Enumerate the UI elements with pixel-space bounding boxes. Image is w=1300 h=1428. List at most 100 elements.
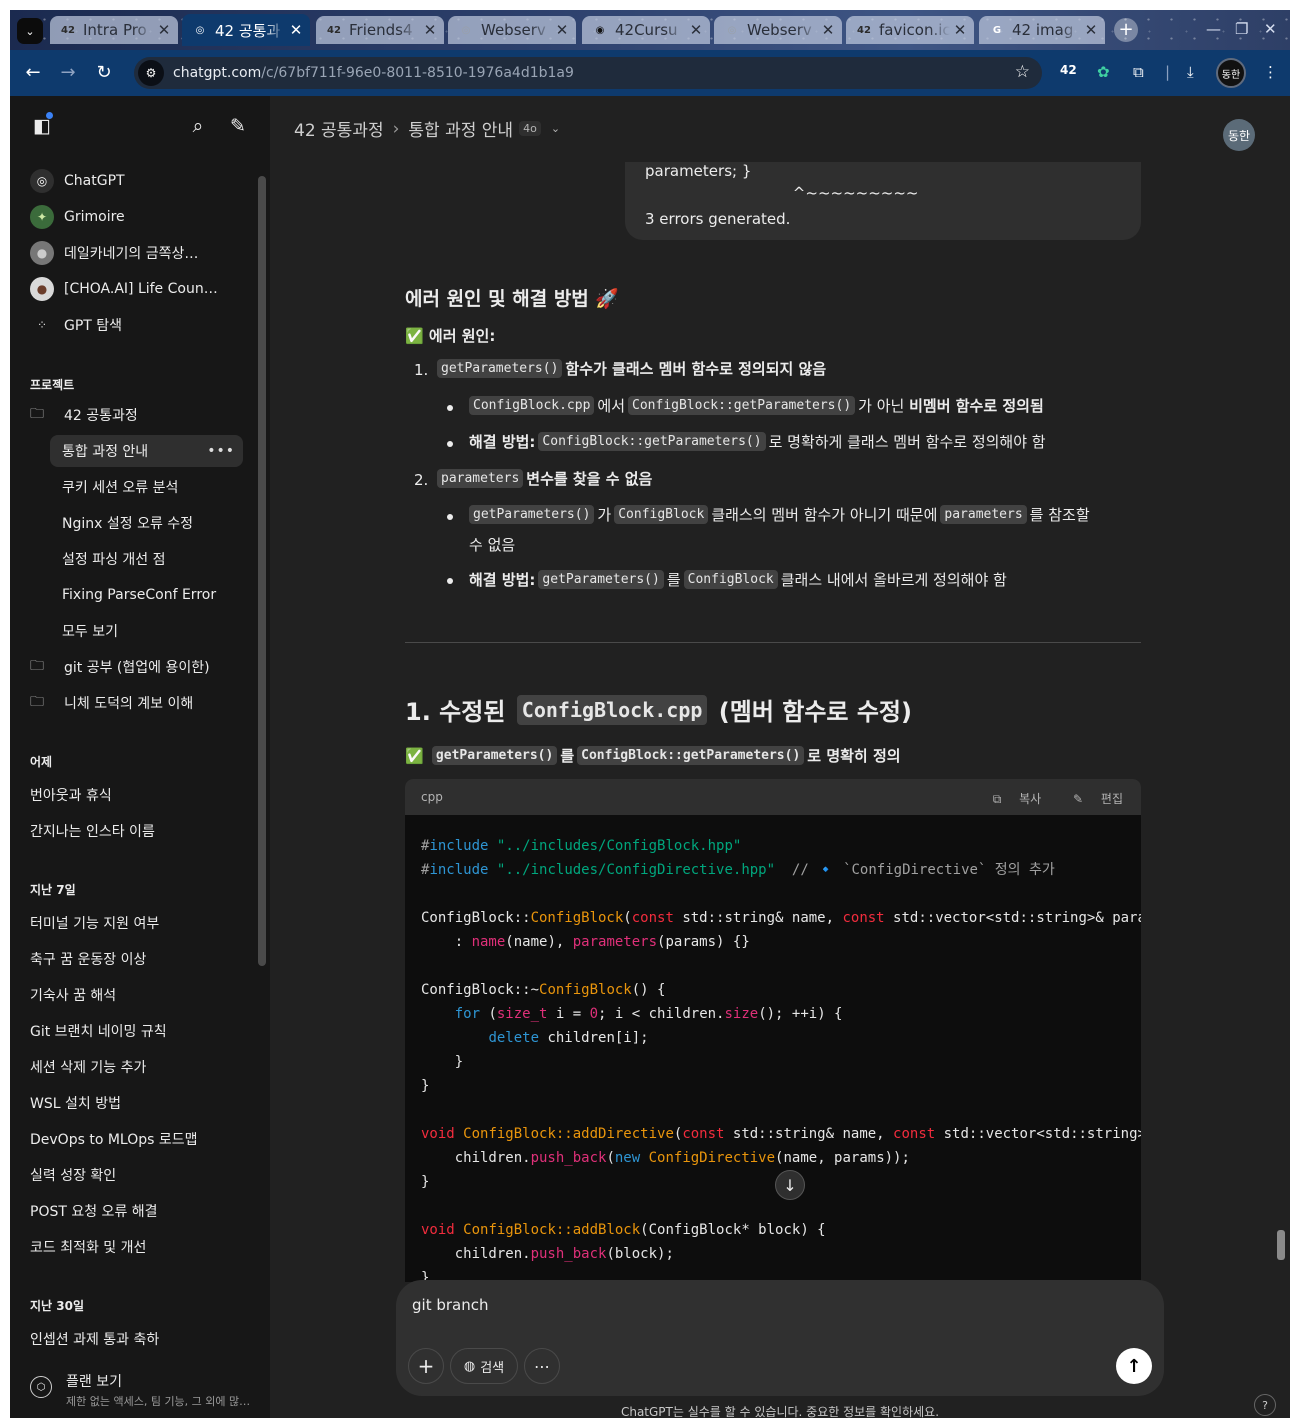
openai-icon: ◎ <box>30 169 54 193</box>
heading-suffix: (멤버 함수로 수정) <box>718 698 912 726</box>
inline-code: ConfigBlock::getParameters() <box>628 396 856 415</box>
sidebar-chat-item[interactable]: DevOps to MLOps 로드맵 <box>20 1123 252 1155</box>
sidebar-project-chat[interactable]: 모두 보기 <box>50 615 243 647</box>
sidebar-gpt-item[interactable]: ⁘ GPT 탐색 <box>20 309 252 341</box>
tab[interactable]: ◎ Webserv ✕ <box>448 16 576 44</box>
sidebar-chat-item[interactable]: 축구 꿈 운동장 이상 <box>20 943 252 975</box>
model-badge[interactable]: 4o <box>519 121 541 136</box>
sidebar-chat-item[interactable]: 코드 최적화 및 개선 <box>20 1231 252 1263</box>
sidebar-project-chat[interactable]: 설정 파싱 개선 점 <box>50 543 243 575</box>
inline-code: ConfigBlock.cpp <box>469 396 595 415</box>
inline-code: getParameters() <box>469 505 595 524</box>
main-scrollbar[interactable] <box>1277 1230 1285 1260</box>
more-tools-button[interactable]: ⋯ <box>524 1348 560 1384</box>
code-block-header: cpp ⧉ 복사 ✎ 편집 <box>405 779 1141 815</box>
sidebar-chat-item[interactable]: 번아웃과 휴식 <box>20 779 252 811</box>
minimize-icon[interactable]: — <box>1206 20 1221 38</box>
help-button[interactable]: ? <box>1254 1394 1276 1416</box>
chat-options-icon[interactable]: ••• <box>207 443 235 459</box>
sidebar-chat-item[interactable]: 세션 삭제 기능 추가 <box>20 1051 252 1083</box>
sidebar-chat-item[interactable]: 인셉션 과제 통과 축하 <box>20 1323 252 1355</box>
bookmark-star-icon[interactable]: ☆ <box>1015 62 1030 82</box>
attach-button[interactable]: + <box>408 1348 444 1384</box>
chevron-down-icon[interactable]: ⌄ <box>551 122 560 135</box>
search-icon[interactable]: ⌕ <box>186 114 210 138</box>
tab[interactable]: 42 Intra Pro ✕ <box>50 16 178 44</box>
tab-close-icon[interactable]: ✕ <box>818 21 838 39</box>
cause-1-bullet-2: 해결 방법: ConfigBlock::getParameters() 로 명확… <box>469 431 1046 452</box>
sidebar-chat-item[interactable]: Git 브랜치 네이밍 규칙 <box>20 1015 252 1047</box>
sidebar-project-chat[interactable]: Fixing ParseConf Error <box>50 579 243 611</box>
sidebar-chat-item[interactable]: 간지나는 인스타 이름 <box>20 815 252 847</box>
url-text: chatgpt.com/c/67bf711f-96e0-8011-8510-19… <box>173 65 574 81</box>
sidebar-chat-item[interactable]: 실력 성장 확인 <box>20 1159 252 1191</box>
sidebar-project-chat[interactable]: 통합 과정 안내 ••• <box>50 435 243 467</box>
divider <box>405 642 1141 643</box>
tab-bar: ⌄ 42 Intra Pro ✕ ◎ 42 공통과 ✕ 42 Friends4 ✕ ◎ Webser… <box>10 10 1290 50</box>
tab[interactable]: ◎ 42 공통과 ✕ <box>182 14 310 46</box>
sidebar-scrollbar[interactable] <box>258 176 266 966</box>
extensions-puzzle-icon[interactable]: ⧉ <box>1133 63 1144 81</box>
browser-menu-icon[interactable]: ⋮ <box>1263 63 1278 81</box>
tab-close-icon[interactable]: ✕ <box>950 21 970 39</box>
tab[interactable]: ◉ 42Cursu ✕ <box>582 16 710 44</box>
tab-title: 42 공통과 <box>215 21 281 40</box>
tab-close-icon[interactable]: ✕ <box>552 21 572 39</box>
new-tab-button[interactable]: + <box>1114 18 1138 42</box>
text: 클래스 내에서 올바르게 정의해야 함 <box>780 571 1007 589</box>
sidebar-chat-item[interactable]: 기숙사 꿈 해석 <box>20 979 252 1011</box>
sidebar-gpt-item[interactable]: ✦ Grimoire <box>20 201 252 233</box>
address-bar[interactable]: ⚙ chatgpt.com/c/67bf711f-96e0-8011-8510-… <box>134 57 1042 89</box>
reload-icon[interactable]: ↻ <box>93 62 115 84</box>
sidebar-item-label: 통합 과정 안내 <box>62 444 149 460</box>
edit-button[interactable]: ✎ 편집 <box>1059 792 1123 806</box>
tab-search-button[interactable]: ⌄ <box>17 18 43 44</box>
breadcrumb-chat[interactable]: 통합 과정 안내 <box>408 116 513 141</box>
composer[interactable]: git branch + ◍ 검색 ⋯ ↑ <box>396 1280 1164 1396</box>
bullet <box>447 514 453 520</box>
copy-button[interactable]: ⧉ 복사 <box>979 792 1042 806</box>
tab-close-icon[interactable]: ✕ <box>420 21 440 39</box>
list-number: 2. <box>414 471 429 489</box>
send-button[interactable]: ↑ <box>1116 1348 1152 1384</box>
sidebar-gpt-item[interactable]: ● [CHOA.AI] Life Coun… <box>20 273 252 305</box>
42-extension-icon[interactable]: 42 <box>1060 63 1077 77</box>
sidebar-project-chat[interactable]: Nginx 설정 오류 수정 <box>50 507 243 539</box>
tab[interactable]: 42 Friends4 ✕ <box>316 16 444 44</box>
search-button[interactable]: ◍ 검색 <box>450 1348 518 1384</box>
tab[interactable]: G 42 imag ✕ <box>979 16 1105 44</box>
sidebar-chat-item[interactable]: WSL 설치 방법 <box>20 1087 252 1119</box>
profile-avatar[interactable]: 동한 <box>1216 58 1246 88</box>
tab[interactable]: 42 favicon.ic ✕ <box>846 16 974 44</box>
sidebar-gpt-item[interactable]: ● 데일카네기의 금쪽상… <box>20 237 252 269</box>
new-chat-icon[interactable]: ✎ <box>226 114 250 138</box>
tab-close-icon[interactable]: ✕ <box>1081 21 1101 39</box>
forward-icon[interactable]: → <box>57 62 79 84</box>
sidebar-project-folder[interactable]: 🗀 git 공부 (협업에 용이한) <box>20 651 252 683</box>
tab-close-icon[interactable]: ✕ <box>286 21 306 39</box>
restore-icon[interactable]: ❐ <box>1235 20 1248 38</box>
sidebar-chat-item[interactable]: POST 요청 오류 해결 <box>20 1195 252 1227</box>
plan-upgrade[interactable]: ⬡ 플랜 보기 제한 없는 액세스, 팀 기능, 그 외에 많… <box>20 1366 260 1416</box>
chat-content: parameters; } ^~~~~~~~~~ 3 errors genera… <box>270 162 1290 1282</box>
chatgpt-extension-icon[interactable]: ✿ <box>1097 63 1110 81</box>
download-icon[interactable]: ⤓ <box>1187 63 1194 81</box>
site-info-icon[interactable]: ⚙ <box>138 60 164 86</box>
scroll-to-bottom-button[interactable]: ↓ <box>775 1170 805 1200</box>
back-icon[interactable]: ← <box>22 62 44 84</box>
tab-close-icon[interactable]: ✕ <box>686 21 706 39</box>
sidebar-project-chat[interactable]: 쿠키 세션 오류 분석 <box>50 471 243 503</box>
tab-close-icon[interactable]: ✕ <box>154 21 174 39</box>
sidebar-project-folder[interactable]: 🗀 니체 도덕의 계보 이해 <box>20 687 252 719</box>
breadcrumb-project[interactable]: 42 공통과정 <box>294 116 384 141</box>
item-text: 변수를 찾을 수 없음 <box>526 470 653 488</box>
composer-input[interactable]: git branch <box>412 1296 488 1314</box>
sidebar-gpt-item[interactable]: ◎ ChatGPT <box>20 165 252 197</box>
tab[interactable]: ◎ Webserv ✕ <box>714 16 842 44</box>
tab-title: Friends4 <box>349 21 413 39</box>
user-avatar[interactable]: 동한 <box>1223 119 1255 151</box>
close-window-icon[interactable]: ✕ <box>1264 20 1277 38</box>
sidebar-project-folder[interactable]: 🗀 42 공통과정 <box>20 399 252 431</box>
tab-favicon-icon: ◎ <box>727 24 737 36</box>
sidebar-chat-item[interactable]: 터미널 기능 지원 여부 <box>20 907 252 939</box>
